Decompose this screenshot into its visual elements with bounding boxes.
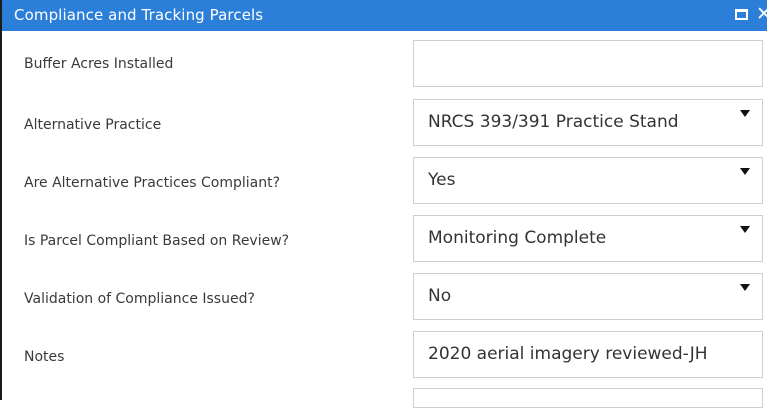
- field-label: Notes: [24, 349, 65, 365]
- panel-title: Compliance and Tracking Parcels: [14, 6, 264, 24]
- field-row-alternative-compliant: Are Alternative Practices Compliant? Yes: [2, 155, 767, 211]
- field-row-validation-issued: Validation of Compliance Issued? No: [2, 271, 767, 327]
- dropdown-caret-icon: [740, 284, 750, 291]
- field-row-parcel-compliant: Is Parcel Compliant Based on Review? Mon…: [2, 213, 767, 269]
- field-value: 2020 aerial imagery reviewed-JH: [428, 344, 708, 364]
- close-icon[interactable]: ✕: [756, 3, 767, 25]
- maximize-icon[interactable]: [735, 9, 748, 20]
- field-label: Alternative Practice: [24, 117, 162, 133]
- dropdown-caret-icon: [740, 226, 750, 233]
- field-value: No: [428, 286, 452, 306]
- field-value: Monitoring Complete: [428, 228, 607, 248]
- panel-titlebar: Compliance and Tracking Parcels ✕: [2, 0, 767, 31]
- alternative-practice-select[interactable]: NRCS 393/391 Practice Stand: [413, 99, 763, 146]
- field-row-buffer-acres: Buffer Acres Installed: [2, 40, 767, 96]
- field-value: NRCS 393/391 Practice Stand: [428, 112, 679, 132]
- field-value: Yes: [428, 170, 456, 190]
- validation-issued-select[interactable]: No: [413, 273, 763, 320]
- field-label: Are Alternative Practices Compliant?: [24, 175, 281, 191]
- field-label: Validation of Compliance Issued?: [24, 291, 255, 307]
- field-label: Is Parcel Compliant Based on Review?: [24, 233, 290, 249]
- buffer-acres-input[interactable]: [413, 40, 763, 87]
- field-row-notes: Notes 2020 aerial imagery reviewed-JH: [2, 329, 767, 385]
- notes-input[interactable]: 2020 aerial imagery reviewed-JH: [413, 331, 763, 378]
- compliance-tracking-panel: Compliance and Tracking Parcels ✕ Buffer…: [0, 0, 767, 408]
- field-label: Buffer Acres Installed: [24, 56, 174, 72]
- parcel-compliant-select[interactable]: Monitoring Complete: [413, 215, 763, 262]
- dropdown-caret-icon: [740, 168, 750, 175]
- field-row-alternative-practice: Alternative Practice NRCS 393/391 Practi…: [2, 97, 767, 153]
- alternative-compliant-select[interactable]: Yes: [413, 157, 763, 204]
- next-field-partial[interactable]: [413, 388, 763, 408]
- dropdown-caret-icon: [740, 110, 750, 117]
